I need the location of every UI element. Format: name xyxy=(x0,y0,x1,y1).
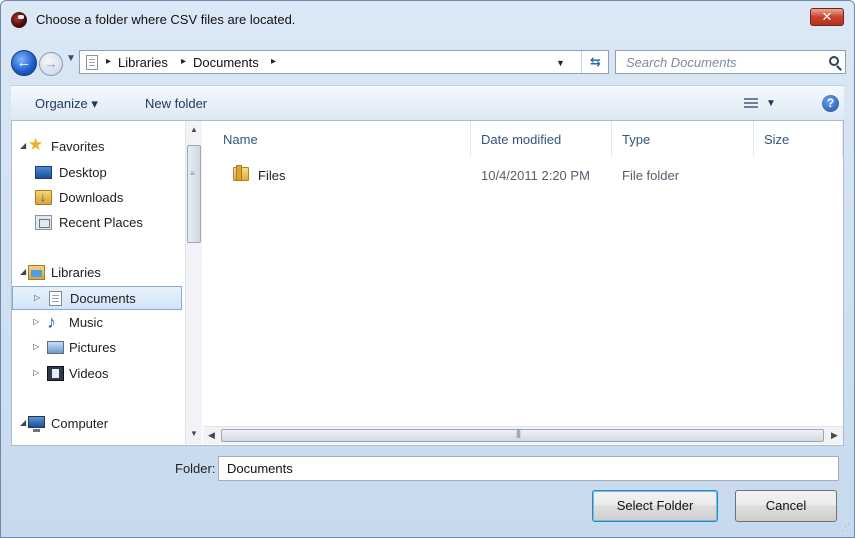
forward-arrow-icon: → xyxy=(44,56,58,71)
nav-item-favorites[interactable]: ◢ ★ Favorites xyxy=(12,135,182,159)
window-title: Choose a folder where CSV files are loca… xyxy=(36,12,296,27)
libraries-icon xyxy=(28,265,45,280)
file-list-horizontal-scrollbar[interactable]: ◀ ||| ▶ xyxy=(203,426,843,444)
content-area: ◢ ★ Favorites Desktop Downloads Recent P… xyxy=(11,121,844,446)
cancel-button[interactable]: Cancel xyxy=(735,490,837,522)
back-arrow-icon: ← xyxy=(16,54,32,71)
refresh-button[interactable]: ⇆ xyxy=(581,51,609,73)
nav-label: Downloads xyxy=(59,190,124,205)
scroll-grip-icon: ||| xyxy=(516,428,521,438)
collapsed-arrow-icon[interactable]: ▷ xyxy=(33,317,39,326)
close-button[interactable]: ✕ xyxy=(810,8,844,26)
collapsed-arrow-icon[interactable]: ▷ xyxy=(33,368,39,377)
dialog-window: Choose a folder where CSV files are loca… xyxy=(0,0,855,538)
search-placeholder: Search Documents xyxy=(626,55,737,70)
back-button[interactable]: ← xyxy=(11,50,37,76)
address-bar[interactable]: ▸ Libraries ▸ Documents ▸ ▼ ⇆ xyxy=(79,50,609,74)
recent-places-icon xyxy=(35,215,52,230)
expanded-arrow-icon[interactable]: ◢ xyxy=(20,141,26,150)
star-icon: ★ xyxy=(28,135,44,154)
column-header-name[interactable]: Name xyxy=(213,121,471,157)
breadcrumb-documents[interactable]: Documents xyxy=(193,55,259,70)
search-input[interactable]: Search Documents xyxy=(615,50,846,74)
file-type: File folder xyxy=(622,168,680,183)
folder-icon xyxy=(233,165,249,181)
folder-field[interactable] xyxy=(218,456,839,481)
expanded-arrow-icon[interactable]: ◢ xyxy=(20,418,26,427)
address-history-dropdown[interactable]: ▼ xyxy=(556,58,565,68)
select-folder-button[interactable]: Select Folder xyxy=(592,490,718,522)
recent-pages-dropdown[interactable]: ▼ xyxy=(66,53,76,64)
column-header-label: Date modified xyxy=(481,132,562,147)
file-name: Files xyxy=(258,168,286,183)
nav-label: Favorites xyxy=(51,139,105,154)
scroll-left-arrow-icon[interactable]: ◀ xyxy=(208,430,215,441)
nav-label: Pictures xyxy=(69,340,116,355)
documents-icon xyxy=(49,291,62,306)
view-options-dropdown[interactable]: ▼ xyxy=(766,98,776,109)
desktop-icon xyxy=(35,166,52,179)
downloads-icon xyxy=(35,190,52,205)
scroll-thumb[interactable] xyxy=(187,145,201,243)
column-header-type[interactable]: Type xyxy=(612,121,754,157)
videos-icon xyxy=(47,366,64,381)
organize-button[interactable]: Organize ▾ xyxy=(35,96,98,112)
collapsed-arrow-icon[interactable]: ▷ xyxy=(33,342,39,351)
command-toolbar: Organize ▾ New folder ▼ ? xyxy=(11,85,844,121)
nav-item-music[interactable]: ▷ ♪ Music xyxy=(12,311,182,335)
scroll-right-arrow-icon[interactable]: ▶ xyxy=(831,430,838,441)
breadcrumb-separator[interactable]: ▸ xyxy=(271,56,276,67)
file-list: Name Date modified Type Size Files 10/4/… xyxy=(203,121,843,444)
breadcrumb-libraries[interactable]: Libraries xyxy=(118,55,168,70)
nav-item-downloads[interactable]: Downloads xyxy=(12,186,182,210)
scroll-up-arrow-icon[interactable]: ▲ xyxy=(190,125,198,134)
nav-label: Documents xyxy=(70,291,136,306)
address-row: ← → ▼ ▸ Libraries ▸ Documents ▸ ▼ ⇆ Sear… xyxy=(1,45,854,76)
resize-grip-icon[interactable]: ⋰ xyxy=(841,522,850,533)
scroll-thumb[interactable] xyxy=(221,429,824,442)
title-bar: Choose a folder where CSV files are loca… xyxy=(1,1,854,39)
nav-label: Recent Places xyxy=(59,215,143,230)
table-row[interactable]: Files 10/4/2011 2:20 PM File folder xyxy=(203,164,843,186)
refresh-icon: ⇆ xyxy=(590,54,601,69)
nav-item-libraries[interactable]: ◢ Libraries xyxy=(12,261,182,285)
documents-icon xyxy=(86,55,98,70)
forward-button[interactable]: → xyxy=(39,52,63,76)
nav-label: Desktop xyxy=(59,165,107,180)
scroll-grip-icon: ≡ xyxy=(190,169,195,178)
music-icon: ♪ xyxy=(47,312,56,332)
pictures-icon xyxy=(47,341,64,354)
column-header-date-modified[interactable]: Date modified xyxy=(471,121,612,157)
help-icon[interactable]: ? xyxy=(822,95,839,112)
computer-icon xyxy=(28,416,45,432)
column-header-label: Size xyxy=(764,132,790,147)
column-header-label: Name xyxy=(223,132,258,147)
column-header-label: Type xyxy=(622,132,651,147)
column-header-size[interactable]: Size xyxy=(754,121,843,157)
expanded-arrow-icon[interactable]: ◢ xyxy=(20,267,26,276)
nav-item-videos[interactable]: ▷ Videos xyxy=(12,362,182,386)
breadcrumb-separator[interactable]: ▸ xyxy=(181,56,186,67)
scroll-down-arrow-icon[interactable]: ▼ xyxy=(190,429,198,438)
view-options-icon[interactable] xyxy=(744,98,758,110)
breadcrumb-separator[interactable]: ▸ xyxy=(106,56,111,67)
nav-item-desktop[interactable]: Desktop xyxy=(12,161,182,185)
nav-label: Videos xyxy=(69,366,109,381)
nav-item-recent-places[interactable]: Recent Places xyxy=(12,211,182,235)
navigation-pane: ◢ ★ Favorites Desktop Downloads Recent P… xyxy=(12,121,202,444)
file-date-modified: 10/4/2011 2:20 PM xyxy=(481,168,590,183)
nav-item-computer[interactable]: ◢ Computer xyxy=(12,412,182,436)
new-folder-button[interactable]: New folder xyxy=(145,96,207,111)
nav-item-pictures[interactable]: ▷ Pictures xyxy=(12,336,182,360)
nav-label: Music xyxy=(69,315,103,330)
nav-label: Libraries xyxy=(51,265,101,280)
search-icon[interactable] xyxy=(829,56,839,66)
folder-label: Folder: xyxy=(175,461,216,476)
nav-label: Computer xyxy=(51,416,109,431)
nav-item-documents[interactable]: ▷ Documents xyxy=(12,286,182,310)
collapsed-arrow-icon[interactable]: ▷ xyxy=(34,293,40,302)
nav-pane-scrollbar[interactable]: ▲ ≡ ▼ xyxy=(185,121,202,444)
app-icon xyxy=(11,12,27,28)
